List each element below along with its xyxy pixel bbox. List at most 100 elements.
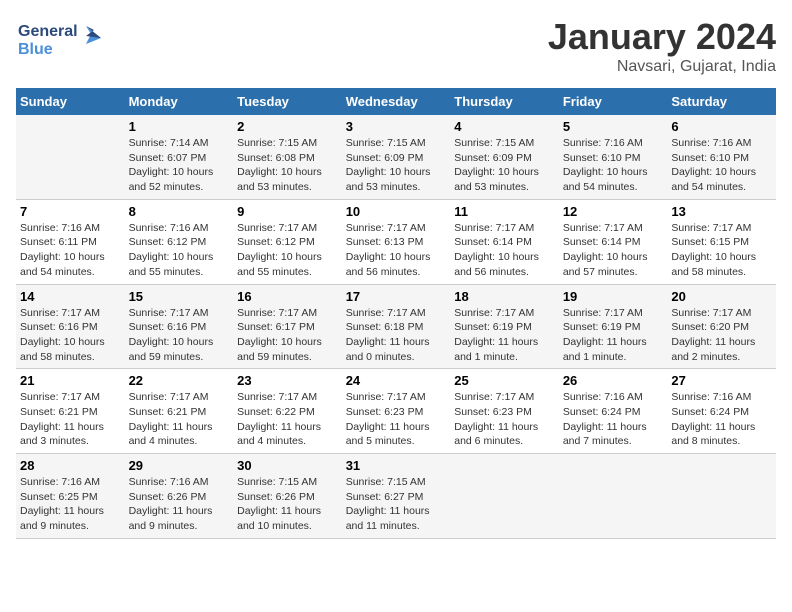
day-number: 23 bbox=[237, 373, 338, 388]
day-number: 10 bbox=[346, 204, 447, 219]
calendar-cell: 1 Sunrise: 7:14 AM Sunset: 6:07 PM Daylig… bbox=[125, 115, 234, 199]
day-number: 25 bbox=[454, 373, 555, 388]
day-info: Sunrise: 7:17 AM Sunset: 6:19 PM Dayligh… bbox=[454, 306, 555, 365]
calendar-cell: 5 Sunrise: 7:16 AM Sunset: 6:10 PM Daylig… bbox=[559, 115, 668, 199]
day-info: Sunrise: 7:17 AM Sunset: 6:20 PM Dayligh… bbox=[671, 306, 772, 365]
calendar-cell: 8 Sunrise: 7:16 AM Sunset: 6:12 PM Daylig… bbox=[125, 199, 234, 284]
calendar-cell bbox=[16, 115, 125, 199]
calendar-cell: 18 Sunrise: 7:17 AM Sunset: 6:19 PM Dayli… bbox=[450, 284, 559, 369]
calendar-cell: 31Sunrise: 7:15 AM Sunset: 6:27 PM Dayli… bbox=[342, 454, 451, 539]
calendar-table: SundayMondayTuesdayWednesdayThursdayFrid… bbox=[16, 88, 776, 539]
day-info: Sunrise: 7:17 AM Sunset: 6:23 PM Dayligh… bbox=[454, 390, 555, 449]
day-info: Sunrise: 7:15 AM Sunset: 6:09 PM Dayligh… bbox=[346, 136, 447, 195]
calendar-cell: 2 Sunrise: 7:15 AM Sunset: 6:08 PM Daylig… bbox=[233, 115, 342, 199]
day-header-thursday: Thursday bbox=[450, 88, 559, 115]
day-number: 3 bbox=[346, 119, 447, 134]
day-info: Sunrise: 7:16 AM Sunset: 6:10 PM Dayligh… bbox=[671, 136, 772, 195]
day-info: Sunrise: 7:16 AM Sunset: 6:10 PM Dayligh… bbox=[563, 136, 664, 195]
day-info: Sunrise: 7:17 AM Sunset: 6:14 PM Dayligh… bbox=[563, 221, 664, 280]
day-info: Sunrise: 7:17 AM Sunset: 6:23 PM Dayligh… bbox=[346, 390, 447, 449]
day-info: Sunrise: 7:16 AM Sunset: 6:11 PM Dayligh… bbox=[20, 221, 121, 280]
day-number: 7 bbox=[20, 204, 121, 219]
day-header-sunday: Sunday bbox=[16, 88, 125, 115]
calendar-cell: 6 Sunrise: 7:16 AM Sunset: 6:10 PM Daylig… bbox=[667, 115, 776, 199]
day-number: 13 bbox=[671, 204, 772, 219]
day-info: Sunrise: 7:15 AM Sunset: 6:09 PM Dayligh… bbox=[454, 136, 555, 195]
day-header-wednesday: Wednesday bbox=[342, 88, 451, 115]
general-blue-logo: GeneralBlue bbox=[16, 16, 106, 66]
week-row-1: 1 Sunrise: 7:14 AM Sunset: 6:07 PM Daylig… bbox=[16, 115, 776, 199]
calendar-cell: 11 Sunrise: 7:17 AM Sunset: 6:14 PM Dayli… bbox=[450, 199, 559, 284]
calendar-cell: 23 Sunrise: 7:17 AM Sunset: 6:22 PM Dayli… bbox=[233, 369, 342, 454]
calendar-cell: 27Sunrise: 7:16 AM Sunset: 6:24 PM Dayli… bbox=[667, 369, 776, 454]
day-header-monday: Monday bbox=[125, 88, 234, 115]
calendar-cell: 17 Sunrise: 7:17 AM Sunset: 6:18 PM Dayli… bbox=[342, 284, 451, 369]
day-number: 31 bbox=[346, 458, 447, 473]
calendar-cell: 24 Sunrise: 7:17 AM Sunset: 6:23 PM Dayli… bbox=[342, 369, 451, 454]
day-info: Sunrise: 7:16 AM Sunset: 6:12 PM Dayligh… bbox=[129, 221, 230, 280]
day-header-saturday: Saturday bbox=[667, 88, 776, 115]
day-number: 30 bbox=[237, 458, 338, 473]
day-number: 11 bbox=[454, 204, 555, 219]
day-info: Sunrise: 7:15 AM Sunset: 6:08 PM Dayligh… bbox=[237, 136, 338, 195]
day-number: 2 bbox=[237, 119, 338, 134]
calendar-cell: 22Sunrise: 7:17 AM Sunset: 6:21 PM Dayli… bbox=[125, 369, 234, 454]
calendar-cell: 10Sunrise: 7:17 AM Sunset: 6:13 PM Dayli… bbox=[342, 199, 451, 284]
day-info: Sunrise: 7:17 AM Sunset: 6:17 PM Dayligh… bbox=[237, 306, 338, 365]
day-info: Sunrise: 7:15 AM Sunset: 6:26 PM Dayligh… bbox=[237, 475, 338, 534]
day-number: 21 bbox=[20, 373, 121, 388]
day-info: Sunrise: 7:17 AM Sunset: 6:21 PM Dayligh… bbox=[20, 390, 121, 449]
day-info: Sunrise: 7:16 AM Sunset: 6:24 PM Dayligh… bbox=[563, 390, 664, 449]
day-number: 16 bbox=[237, 289, 338, 304]
logo: GeneralBlue bbox=[16, 16, 106, 66]
day-number: 8 bbox=[129, 204, 230, 219]
calendar-cell: 13 Sunrise: 7:17 AM Sunset: 6:15 PM Dayli… bbox=[667, 199, 776, 284]
day-info: Sunrise: 7:17 AM Sunset: 6:22 PM Dayligh… bbox=[237, 390, 338, 449]
day-number: 6 bbox=[671, 119, 772, 134]
day-number: 28 bbox=[20, 458, 121, 473]
header-row: SundayMondayTuesdayWednesdayThursdayFrid… bbox=[16, 88, 776, 115]
subtitle: Navsari, Gujarat, India bbox=[548, 58, 776, 76]
day-number: 12 bbox=[563, 204, 664, 219]
svg-text:General: General bbox=[18, 23, 78, 40]
calendar-cell: 20Sunrise: 7:17 AM Sunset: 6:20 PM Dayli… bbox=[667, 284, 776, 369]
day-header-friday: Friday bbox=[559, 88, 668, 115]
calendar-cell: 14Sunrise: 7:17 AM Sunset: 6:16 PM Dayli… bbox=[16, 284, 125, 369]
day-number: 26 bbox=[563, 373, 664, 388]
day-number: 4 bbox=[454, 119, 555, 134]
day-number: 24 bbox=[346, 373, 447, 388]
day-info: Sunrise: 7:17 AM Sunset: 6:15 PM Dayligh… bbox=[671, 221, 772, 280]
day-number: 9 bbox=[237, 204, 338, 219]
day-info: Sunrise: 7:14 AM Sunset: 6:07 PM Dayligh… bbox=[129, 136, 230, 195]
day-number: 18 bbox=[454, 289, 555, 304]
main-title: January 2024 bbox=[548, 16, 776, 58]
day-number: 15 bbox=[129, 289, 230, 304]
calendar-cell bbox=[450, 454, 559, 539]
calendar-cell: 19Sunrise: 7:17 AM Sunset: 6:19 PM Dayli… bbox=[559, 284, 668, 369]
day-info: Sunrise: 7:17 AM Sunset: 6:18 PM Dayligh… bbox=[346, 306, 447, 365]
day-info: Sunrise: 7:17 AM Sunset: 6:14 PM Dayligh… bbox=[454, 221, 555, 280]
calendar-cell: 3 Sunrise: 7:15 AM Sunset: 6:09 PM Daylig… bbox=[342, 115, 451, 199]
page-header: GeneralBlue January 2024 Navsari, Gujara… bbox=[16, 16, 776, 76]
week-row-2: 7 Sunrise: 7:16 AM Sunset: 6:11 PM Daylig… bbox=[16, 199, 776, 284]
week-row-5: 28Sunrise: 7:16 AM Sunset: 6:25 PM Dayli… bbox=[16, 454, 776, 539]
calendar-cell: 4 Sunrise: 7:15 AM Sunset: 6:09 PM Daylig… bbox=[450, 115, 559, 199]
calendar-cell: 29Sunrise: 7:16 AM Sunset: 6:26 PM Dayli… bbox=[125, 454, 234, 539]
week-row-3: 14Sunrise: 7:17 AM Sunset: 6:16 PM Dayli… bbox=[16, 284, 776, 369]
day-number: 5 bbox=[563, 119, 664, 134]
svg-text:Blue: Blue bbox=[18, 41, 53, 58]
calendar-cell: 28Sunrise: 7:16 AM Sunset: 6:25 PM Dayli… bbox=[16, 454, 125, 539]
day-info: Sunrise: 7:17 AM Sunset: 6:21 PM Dayligh… bbox=[129, 390, 230, 449]
calendar-cell: 30 Sunrise: 7:15 AM Sunset: 6:26 PM Dayli… bbox=[233, 454, 342, 539]
day-info: Sunrise: 7:16 AM Sunset: 6:26 PM Dayligh… bbox=[129, 475, 230, 534]
calendar-cell bbox=[559, 454, 668, 539]
day-header-tuesday: Tuesday bbox=[233, 88, 342, 115]
day-number: 27 bbox=[671, 373, 772, 388]
calendar-cell: 9Sunrise: 7:17 AM Sunset: 6:12 PM Daylig… bbox=[233, 199, 342, 284]
calendar-cell: 16 Sunrise: 7:17 AM Sunset: 6:17 PM Dayli… bbox=[233, 284, 342, 369]
calendar-cell bbox=[667, 454, 776, 539]
day-number: 1 bbox=[129, 119, 230, 134]
day-number: 17 bbox=[346, 289, 447, 304]
calendar-cell: 26 Sunrise: 7:16 AM Sunset: 6:24 PM Dayli… bbox=[559, 369, 668, 454]
calendar-cell: 7 Sunrise: 7:16 AM Sunset: 6:11 PM Daylig… bbox=[16, 199, 125, 284]
